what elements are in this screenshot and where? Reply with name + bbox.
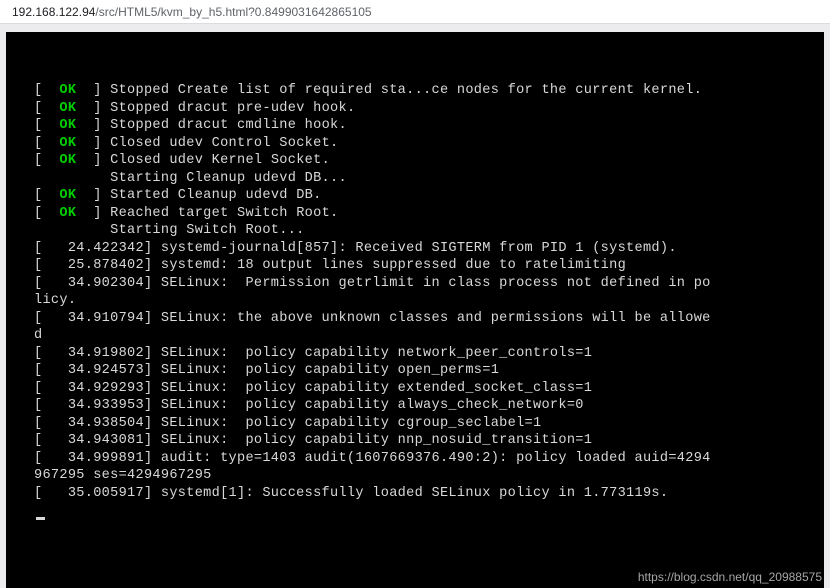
- terminal-wrapper: [ OK ] Stopped Create list of required s…: [0, 24, 830, 588]
- url-host: 192.168.122.94: [12, 5, 95, 19]
- terminal-output: [ OK ] Stopped Create list of required s…: [6, 32, 824, 588]
- cursor: [36, 517, 45, 520]
- watermark: https://blog.csdn.net/qq_20988575: [638, 570, 822, 584]
- address-bar[interactable]: 192.168.122.94/src/HTML5/kvm_by_h5.html?…: [0, 0, 830, 24]
- url-path: /src/HTML5/kvm_by_h5.html?0.849903164286…: [95, 5, 371, 19]
